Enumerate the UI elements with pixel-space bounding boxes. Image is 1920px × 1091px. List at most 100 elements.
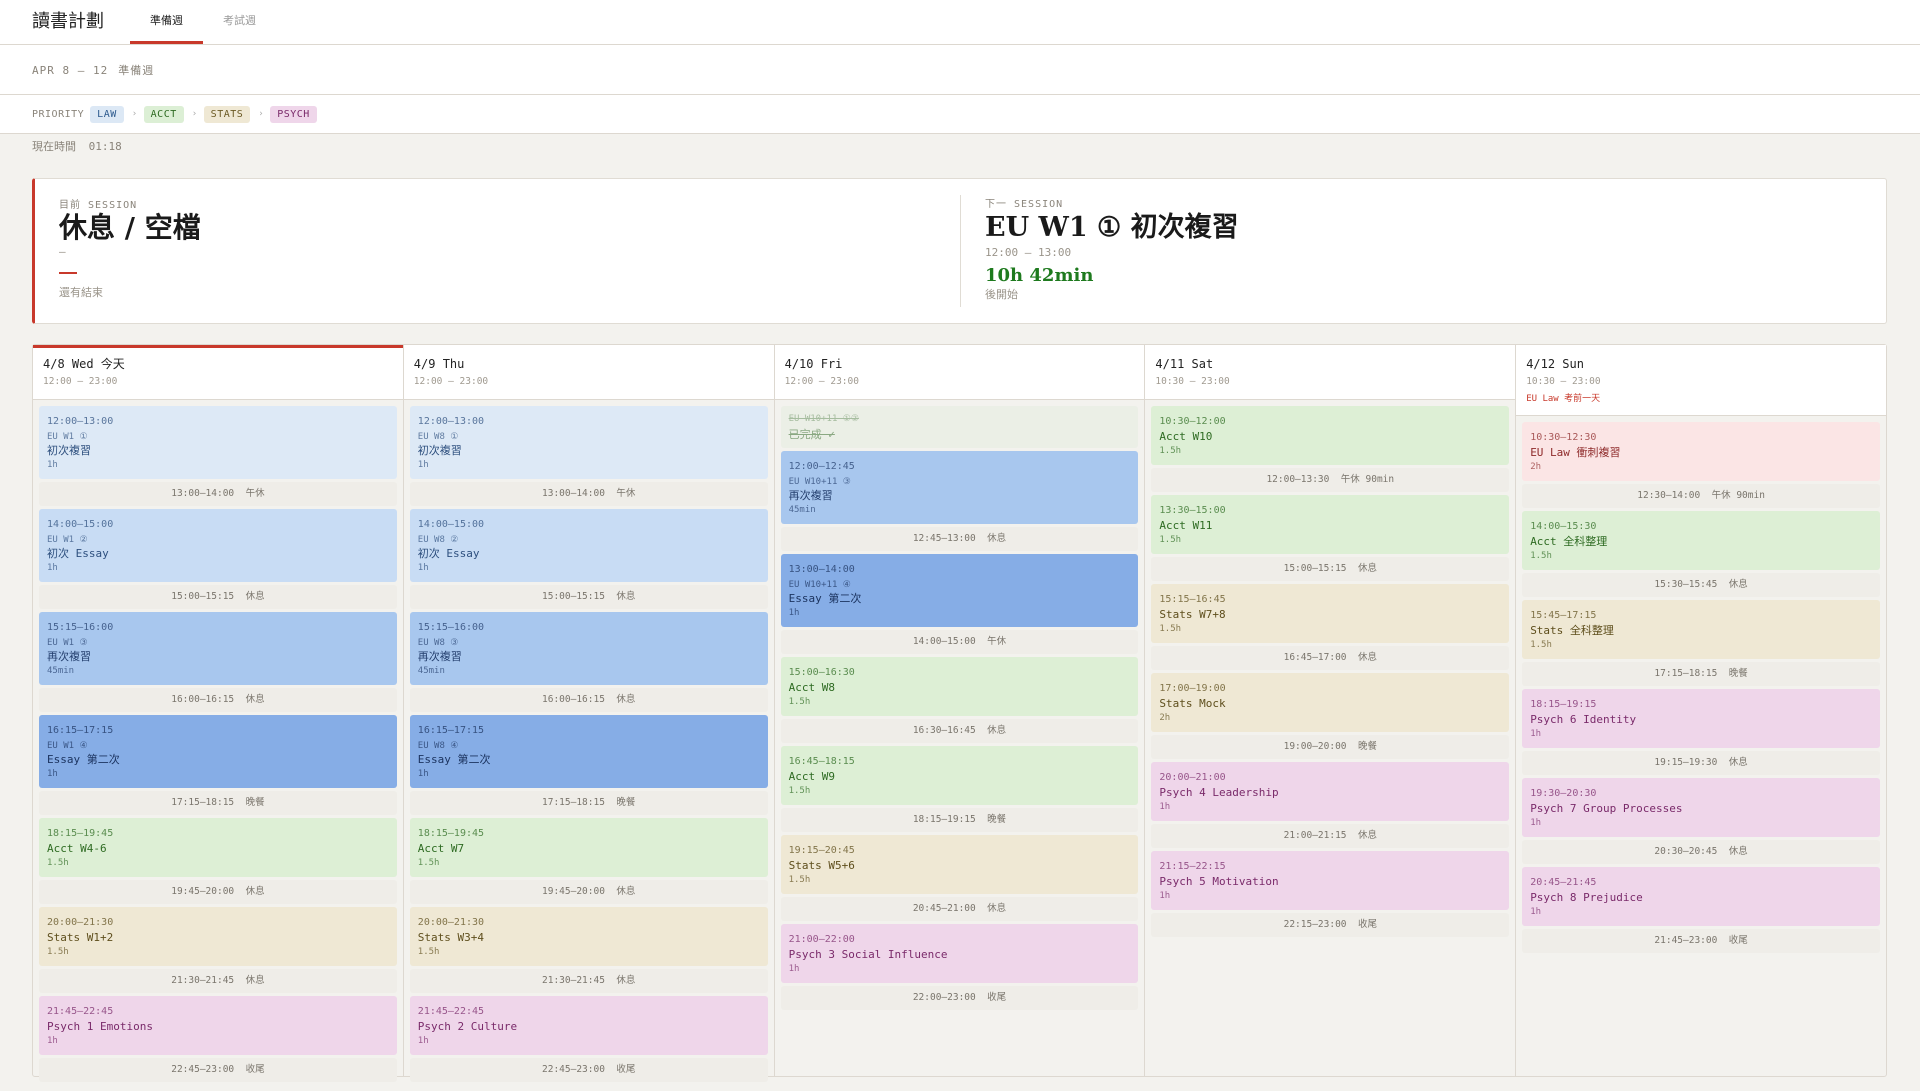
next-session-countdown: 10h 42min <box>985 265 1094 286</box>
session-title: Stats W7+8 <box>1159 608 1226 621</box>
session-title: Psych 7 Group Processes <box>1530 802 1683 815</box>
day-hours: 10:30 — 23:00 <box>1155 376 1230 387</box>
session-block[interactable]: 20:00–21:30 Stats W3+4 1.5h <box>409 907 768 966</box>
session-block[interactable]: 13:30–15:00 Acct W11 1.5h <box>1151 495 1510 554</box>
session-time: 20:00–21:00 <box>1159 772 1226 783</box>
session-title: Psych 1 Emotions <box>47 1020 153 1033</box>
session-block[interactable]: 21:45–22:45 Psych 1 Emotions 1h <box>39 996 397 1055</box>
session-block[interactable]: 19:30–20:30 Psych 7 Group Processes 1h <box>1522 778 1880 837</box>
session-block[interactable]: 20:00–21:00 Psych 4 Leadership 1h <box>1151 762 1510 821</box>
priority-pill-acct: ACCT <box>143 105 184 123</box>
day-column: 4/10 Fri 12:00 — 23:00 EU W10+11 ①② 已完成 ✓ 12… <box>774 345 1146 1076</box>
week-subheader: APR 8 — 12 準備週 <box>0 45 1920 95</box>
break-block: 21:00–21:15 休息 <box>1151 824 1510 848</box>
session-title: Stats W3+4 <box>417 931 485 944</box>
session-block[interactable]: 18:15–19:15 Psych 6 Identity 1h <box>1522 689 1880 748</box>
session-duration: 1h <box>788 964 800 974</box>
session-title: Acct W11 <box>1159 519 1213 532</box>
session-block[interactable]: 18:15–19:45 Acct W4-6 1.5h <box>39 818 397 877</box>
current-session: 目前 SESSION 休息 / 空檔 — 還有結束 <box>35 179 960 323</box>
break-block: 19:45–20:00 休息 <box>39 880 397 904</box>
session-time: 15:15–16:00 <box>417 622 485 633</box>
session-block[interactable]: 20:00–21:30 Stats W1+2 1.5h <box>39 907 397 966</box>
session-time: 20:45–21:45 <box>1530 877 1597 888</box>
session-duration: 1h <box>47 769 58 779</box>
session-duration: 1h <box>47 563 58 573</box>
tab-exam-week[interactable]: 考試週 <box>203 0 276 44</box>
session-block[interactable]: 16:15–17:15 EU W8 ④ Essay 第二次 1h <box>409 715 768 788</box>
session-block[interactable]: 14:00–15:00 EU W8 ② 初次 Essay 1h <box>409 509 768 582</box>
day-hours: 10:30 — 23:00 <box>1526 376 1601 387</box>
session-block[interactable]: 12:00–13:00 EU W1 ① 初次複習 1h <box>39 406 397 479</box>
session-duration: 1h <box>417 769 429 779</box>
day-hours: 12:00 — 23:00 <box>43 376 118 387</box>
session-tag: EU W1 ③ <box>47 638 88 648</box>
session-time: 10:30–12:30 <box>1530 432 1597 443</box>
day-header: 4/9 Thu 12:00 — 23:00 <box>403 345 774 400</box>
session-time: 21:45–22:45 <box>417 1006 485 1017</box>
session-block[interactable]: 16:45–18:15 Acct W9 1.5h <box>780 746 1139 805</box>
session-block[interactable]: 15:15–16:00 EU W1 ③ 再次複習 45min <box>39 612 397 685</box>
session-block[interactable]: 20:45–21:45 Psych 8 Prejudice 1h <box>1522 867 1880 926</box>
session-block[interactable]: 17:00–19:00 Stats Mock 2h <box>1151 673 1510 732</box>
session-block[interactable]: 18:15–19:45 Acct W7 1.5h <box>409 818 768 877</box>
session-time: 16:15–17:15 <box>47 725 114 736</box>
tab-prep-week[interactable]: 準備週 <box>130 0 203 44</box>
session-block[interactable]: 13:00–14:00 EU W10+11 ④ Essay 第二次 1h <box>780 554 1139 627</box>
priority-arrow-icon: › <box>191 109 198 119</box>
session-title: Psych 3 Social Influence <box>788 948 948 961</box>
session-block[interactable]: 15:45–17:15 Stats 全科整理 1.5h <box>1522 600 1880 659</box>
session-block[interactable]: 21:45–22:45 Psych 2 Culture 1h <box>409 996 768 1055</box>
session-block[interactable]: 14:00–15:00 EU W1 ② 初次 Essay 1h <box>39 509 397 582</box>
session-block[interactable]: 12:00–13:00 EU W8 ① 初次複習 1h <box>409 406 768 479</box>
session-block[interactable]: 16:15–17:15 EU W1 ④ Essay 第二次 1h <box>39 715 397 788</box>
day-column: 4/11 Sat 10:30 — 23:00 10:30–12:00 Acct W10… <box>1145 345 1517 1076</box>
session-time: 14:00–15:30 <box>1530 521 1597 532</box>
session-block[interactable]: 12:00–12:45 EU W10+11 ③ 再次複習 45min <box>780 451 1139 524</box>
break-block: 16:45–17:00 休息 <box>1151 646 1510 670</box>
current-session-title: 休息 / 空檔 <box>59 211 201 244</box>
session-block[interactable]: 15:00–16:30 Acct W8 1.5h <box>780 657 1139 716</box>
session-title: 初次複習 <box>417 444 462 457</box>
session-block[interactable]: 21:15–22:15 Psych 5 Motivation 1h <box>1151 851 1510 910</box>
session-title: Essay 第二次 <box>47 753 120 766</box>
break-block: 21:30–21:45 休息 <box>409 969 768 993</box>
session-time: 19:15–20:45 <box>788 845 855 856</box>
session-time: 15:15–16:45 <box>1159 594 1226 605</box>
top-bar: 讀書計劃 準備週 考試週 <box>0 0 1920 45</box>
session-block[interactable]: 15:15–16:45 Stats W7+8 1.5h <box>1151 584 1510 643</box>
session-block[interactable]: 15:15–16:00 EU W8 ③ 再次複習 45min <box>409 612 768 685</box>
session-block[interactable]: 10:30–12:00 Acct W10 1.5h <box>1151 406 1510 465</box>
session-block[interactable]: 10:30–12:30 EU Law 衝刺複習 2h <box>1522 422 1880 481</box>
session-time: 14:00–15:00 <box>47 519 114 530</box>
session-duration: 1.5h <box>417 858 440 868</box>
session-title: Essay 第二次 <box>788 592 862 605</box>
break-block: 12:30–14:00 午休 90min <box>1522 484 1880 508</box>
session-time: 12:00–13:00 <box>47 416 114 427</box>
session-time: 10:30–12:00 <box>1159 416 1226 427</box>
session-time: 21:15–22:15 <box>1159 861 1226 872</box>
session-time: 12:00–12:45 <box>788 461 855 472</box>
session-title: EU Law 衝刺複習 <box>1530 446 1621 459</box>
session-duration: 1h <box>47 460 58 470</box>
session-title: 再次複習 <box>788 489 833 502</box>
priority-arrow-icon: › <box>131 109 138 119</box>
session-duration: 1.5h <box>788 875 811 885</box>
session-block[interactable]: 19:15–20:45 Stats W5+6 1.5h <box>780 835 1139 894</box>
session-duration: 1.5h <box>1159 535 1182 545</box>
completed-session[interactable]: EU W10+11 ①② 已完成 ✓ <box>780 406 1139 448</box>
session-block[interactable]: 21:00–22:00 Psych 3 Social Influence 1h <box>780 924 1139 983</box>
day-header: 4/11 Sat 10:30 — 23:00 <box>1145 345 1516 400</box>
session-time: 20:00–21:30 <box>47 917 114 928</box>
priority-pill-psych: PSYCH <box>270 105 317 123</box>
session-time: 16:15–17:15 <box>417 725 485 736</box>
session-duration: 1h <box>1159 802 1171 812</box>
session-block[interactable]: 14:00–15:30 Acct 全科整理 1.5h <box>1522 511 1880 570</box>
session-title: 初次複習 <box>47 444 91 457</box>
session-duration: 1.5h <box>1159 446 1182 456</box>
session-duration: 1h <box>1530 818 1542 828</box>
session-title: Psych 6 Identity <box>1530 713 1637 726</box>
session-title: 初次 Essay <box>417 547 480 560</box>
break-block: 17:15–18:15 晚餐 <box>1522 662 1880 686</box>
day-date: 4/10 Fri <box>784 357 843 371</box>
